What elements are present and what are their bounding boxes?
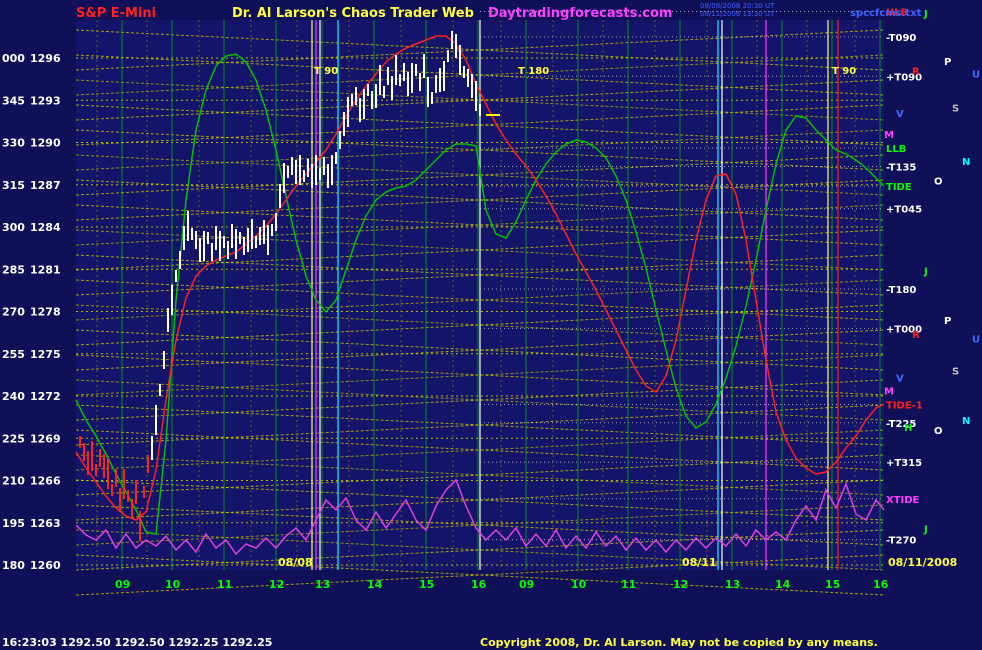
planet-glyph: U bbox=[972, 334, 980, 345]
y-price-label: 1269 bbox=[30, 432, 61, 445]
planet-glyph: M bbox=[884, 386, 894, 397]
timestamp-2: 08/11/2008 13:30 UT bbox=[700, 10, 775, 18]
date-label: 08/08 bbox=[278, 556, 313, 569]
y-left-label: 000 bbox=[2, 52, 25, 65]
y-price-label: 1287 bbox=[30, 179, 61, 192]
right-axis-label: -T135 bbox=[886, 162, 916, 173]
y-price-label: 1266 bbox=[30, 475, 61, 488]
y-left-label: 240 bbox=[2, 390, 25, 403]
planet-glyph: N bbox=[962, 416, 970, 427]
planet-glyph: P bbox=[944, 316, 951, 327]
y-price-label: 1296 bbox=[30, 52, 61, 65]
planet-glyph: N bbox=[962, 157, 970, 168]
planet-glyph: J bbox=[923, 267, 928, 278]
right-axis-label: -T270 bbox=[886, 536, 916, 547]
planet-glyph: R bbox=[912, 330, 920, 341]
right-axis-label: XTIDE bbox=[886, 495, 920, 506]
y-left-label: 285 bbox=[2, 263, 25, 276]
x-hour-label: 14 bbox=[367, 578, 383, 591]
site-title: Dr. Al Larson's Chaos Trader Web bbox=[232, 6, 474, 21]
time-line-label: T 90 bbox=[832, 66, 856, 77]
y-left-label: 195 bbox=[2, 517, 25, 530]
y-price-label: 1272 bbox=[30, 390, 61, 403]
file-label: spccfcms.txt bbox=[850, 8, 922, 19]
y-price-label: 1293 bbox=[30, 94, 61, 107]
chart-frame: 000 1296 345 1293 330 1290 315 1287 300 1284 285 12… bbox=[0, 0, 982, 650]
planet-glyph: V bbox=[896, 109, 904, 120]
planet-glyph: P bbox=[944, 57, 951, 68]
planet-glyph: U bbox=[972, 69, 980, 80]
quote-line: 16:23:03 1292.50 1292.50 1292.25 1292.25 bbox=[2, 636, 272, 649]
y-price-label: 1275 bbox=[30, 348, 61, 361]
y-price-label: 1284 bbox=[30, 221, 61, 234]
x-hour-label: 11 bbox=[621, 578, 636, 591]
y-left-label: 225 bbox=[2, 432, 25, 445]
right-axis-label: -T180 bbox=[886, 285, 916, 296]
x-hour-label: 10 bbox=[571, 578, 587, 591]
y-left-label: 315 bbox=[2, 179, 25, 192]
y-price-label: 1260 bbox=[30, 559, 61, 572]
x-hour-label: 10 bbox=[165, 578, 181, 591]
time-line-label: T 90 bbox=[314, 66, 338, 77]
x-hour-label: 15 bbox=[825, 578, 840, 591]
copyright: Copyright 2008, Dr. Al Larson. May not b… bbox=[480, 636, 878, 649]
planet-glyph: O bbox=[934, 177, 943, 188]
x-hour-label: 12 bbox=[673, 578, 688, 591]
right-axis-label: +T045 bbox=[886, 205, 922, 216]
right-axis-label: -T090 bbox=[886, 33, 916, 44]
y-price-label: 1263 bbox=[30, 517, 61, 530]
chart-canvas: 000 1296 345 1293 330 1290 315 1287 300 1284 285 12… bbox=[2, 2, 980, 649]
y-left-label: 270 bbox=[2, 306, 25, 319]
date-label: 08/11 bbox=[682, 556, 717, 569]
timestamp-1: 08/08/2008 20:30 UT bbox=[700, 2, 775, 10]
date-label: 08/11/2008 bbox=[888, 556, 957, 569]
y-left-label: 330 bbox=[2, 137, 25, 150]
x-hour-label: 09 bbox=[115, 578, 130, 591]
chart-title: S&P E-Mini bbox=[76, 6, 156, 21]
y-left-label: 255 bbox=[2, 348, 25, 361]
planet-glyph: J bbox=[923, 9, 928, 20]
planet-glyph: V bbox=[896, 374, 904, 385]
planet-glyph: S bbox=[952, 103, 959, 114]
x-hour-label: 16 bbox=[873, 578, 889, 591]
planet-glyph: M bbox=[884, 130, 894, 141]
planet-glyph: O bbox=[934, 426, 943, 437]
right-axis-label: TIDE bbox=[886, 182, 912, 193]
y-price-label: 1278 bbox=[30, 306, 61, 319]
site-url[interactable]: Daytradingforecasts.com bbox=[488, 6, 672, 21]
y-left-label: 210 bbox=[2, 475, 25, 488]
right-axis-label: +T315 bbox=[886, 458, 922, 469]
y-left-label: 300 bbox=[2, 221, 25, 234]
x-hour-label: 09 bbox=[519, 578, 534, 591]
planet-glyph: H bbox=[904, 423, 912, 434]
right-axis-label: TIDE-1 bbox=[886, 400, 923, 411]
planet-glyph: R bbox=[912, 67, 920, 78]
x-hour-label: 14 bbox=[775, 578, 791, 591]
y-price-label: 1290 bbox=[30, 137, 61, 150]
x-hour-label: 13 bbox=[315, 578, 330, 591]
planet-glyph: S bbox=[952, 367, 959, 378]
right-axis-label: LLB bbox=[886, 144, 906, 155]
y-left-label: 180 bbox=[2, 559, 25, 572]
x-hour-label: 12 bbox=[269, 578, 284, 591]
time-line-label: T 180 bbox=[518, 66, 549, 77]
planet-glyph: J bbox=[923, 524, 928, 535]
y-left-label: 345 bbox=[2, 94, 25, 107]
y-price-label: 1281 bbox=[30, 263, 61, 276]
x-hour-label: 11 bbox=[217, 578, 232, 591]
x-hour-label: 15 bbox=[419, 578, 434, 591]
x-hour-label: 13 bbox=[725, 578, 740, 591]
x-hour-label: 16 bbox=[471, 578, 487, 591]
